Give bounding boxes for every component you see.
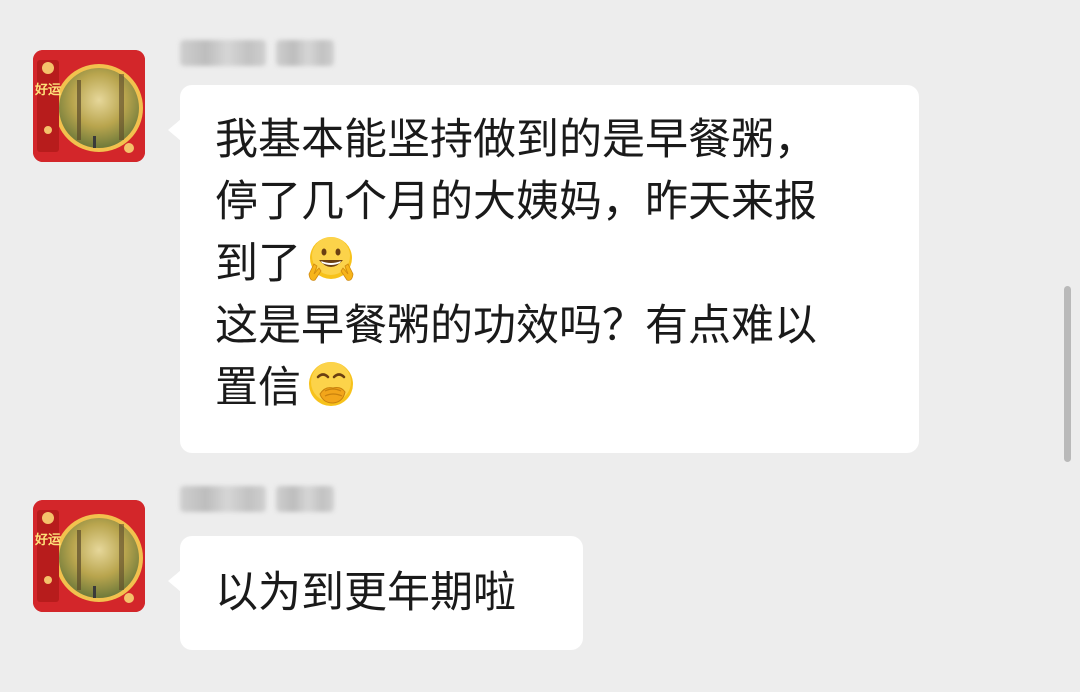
message-line: 这是早餐粥的功效吗？有点难以	[215, 301, 817, 351]
grinning-peace-emoji	[308, 237, 354, 281]
avatar-badge-text: 好运	[34, 82, 61, 98]
message-bubble[interactable]: 以为到更年期啦	[168, 536, 583, 650]
avatar[interactable]: 好运	[33, 500, 145, 612]
sender-name-blurred	[180, 38, 348, 68]
message-bubble[interactable]: 我基本能坚持做到的是早餐粥， 停了几个月的大姨妈，昨天来报 到了 这是早餐粥的功…	[168, 85, 919, 453]
message-line: 我基本能坚持做到的是早餐粥，	[215, 115, 817, 165]
scrollbar-thumb[interactable]	[1064, 286, 1071, 462]
avatar-image: 好运	[33, 500, 145, 612]
sender-name-blurred	[180, 484, 348, 514]
hand-over-mouth-emoji	[309, 362, 353, 406]
message-line: 以为到更年期啦	[215, 568, 516, 618]
message-line-text: 到了	[215, 239, 301, 289]
avatar[interactable]: 好运	[33, 50, 145, 162]
message-text: 以为到更年期啦	[215, 562, 563, 624]
avatar-badge-text: 好运	[34, 532, 61, 548]
message-text: 我基本能坚持做到的是早餐粥， 停了几个月的大姨妈，昨天来报 到了 这是早餐粥的功…	[215, 109, 899, 419]
chat-view: 好运 我基本能坚持做到的是早餐粥， 停了几个月的大姨妈，昨天来报 到了 这是早餐…	[0, 0, 1080, 692]
message-line-text: 置信	[215, 363, 301, 413]
message-line-with-emoji: 置信	[215, 357, 899, 419]
avatar-image: 好运	[33, 50, 145, 162]
message-line-with-emoji: 到了	[215, 233, 899, 295]
message-line: 停了几个月的大姨妈，昨天来报	[215, 177, 817, 227]
